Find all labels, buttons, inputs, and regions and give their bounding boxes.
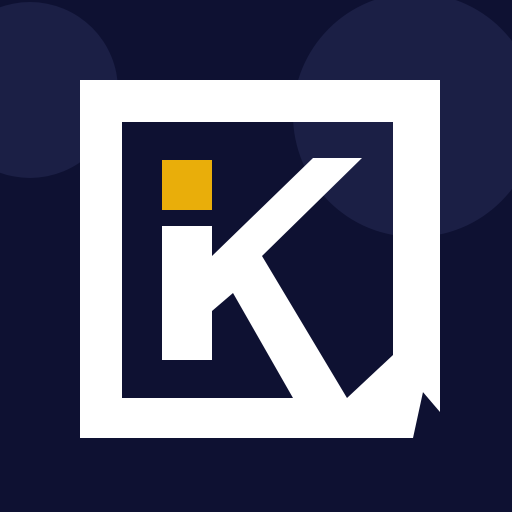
ik-monogram-logo-icon [0, 0, 512, 512]
accent-square [162, 160, 212, 210]
app-icon [0, 0, 512, 512]
